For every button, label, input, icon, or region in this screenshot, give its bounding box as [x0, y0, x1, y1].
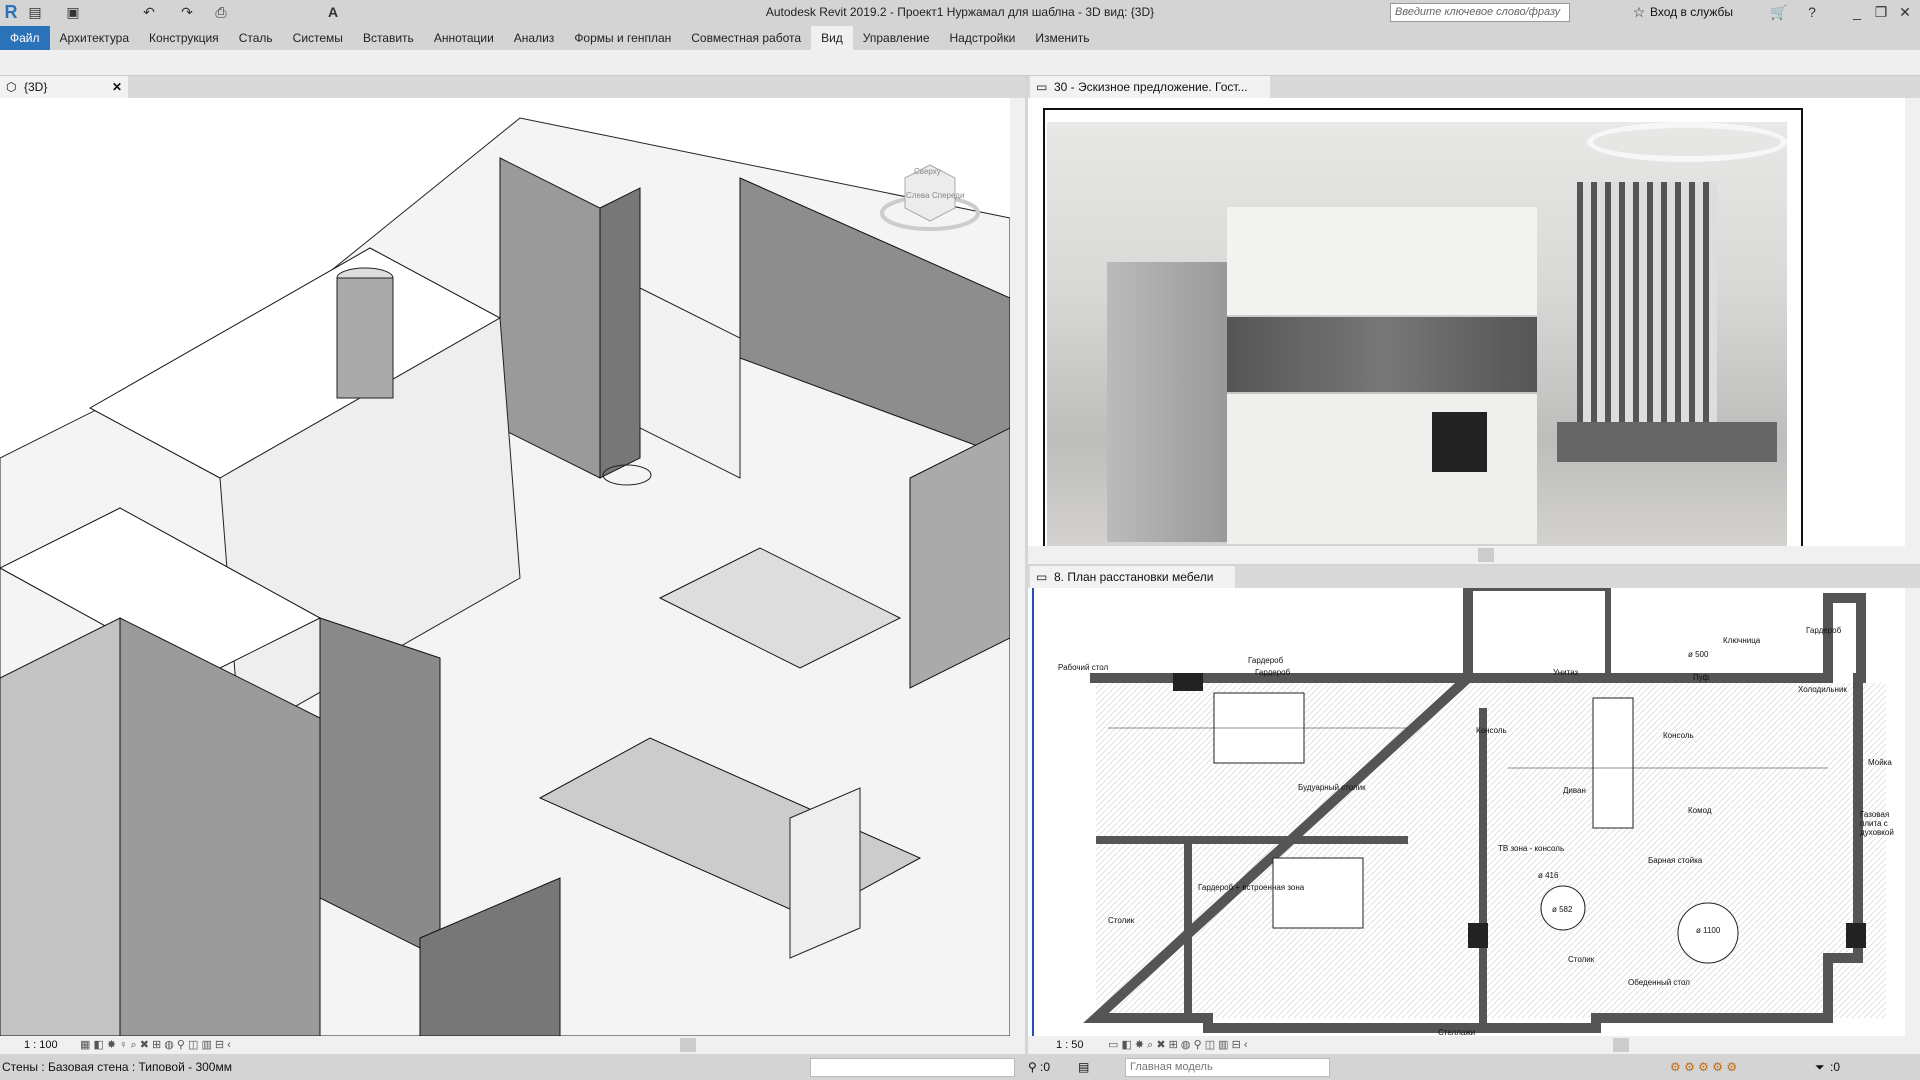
tab-manage[interactable]: Управление	[853, 26, 940, 50]
status-bar: Стены : Базовая стена : Типовой - 300мм …	[0, 1055, 1920, 1080]
tab-structure[interactable]: Конструкция	[139, 26, 229, 50]
tab-architecture[interactable]: Архитектура	[50, 26, 140, 50]
cube-icon: ⬡	[6, 80, 17, 94]
interior-render-image	[1047, 122, 1787, 546]
design-option-dropdown[interactable]: Главная модель	[1125, 1058, 1330, 1077]
restore-button[interactable]: ❐	[1872, 3, 1890, 21]
tab-sheet-30[interactable]: ▭ 30 - Эскизное предложение. Гост...	[1030, 76, 1270, 98]
help-icon[interactable]: ?	[1803, 3, 1821, 21]
cart-icon[interactable]: 🛒	[1770, 3, 1788, 21]
ribbon-tabs: Файл Архитектура Конструкция Сталь Систе…	[0, 26, 1920, 50]
3d-viewport[interactable]: Сверху Слева Спереди	[0, 98, 1010, 1036]
design-options-icon[interactable]: ▤	[1078, 1055, 1089, 1080]
view-tab-bar-left: ⬡ {3D} ✕	[0, 76, 1025, 98]
view-control-bar-right: 1 : 50 ▭ ◧ ✸ ⌕ ✖ ⊞ ◍ ⚲ ◫ ▥ ⊟ ‹	[1028, 1036, 1920, 1054]
scale-label-plan[interactable]: 1 : 50	[1056, 1036, 1084, 1054]
tab-addins[interactable]: Надстройки	[940, 26, 1026, 50]
viewcube[interactable]: Сверху Слева Спереди	[880, 153, 980, 233]
vertical-scrollbar-left[interactable]	[1010, 98, 1025, 1036]
vertical-scrollbar-right-top[interactable]	[1905, 98, 1920, 546]
view-control-bar-left: 1 : 100 ▦ ◧ ✸ ♀ ⌕ ✖ ⊞ ◍ ⚲ ◫ ▥ ⊟ ‹	[0, 1036, 1025, 1054]
close-tab-icon[interactable]: ✕	[112, 76, 122, 98]
tab-3d-view[interactable]: ⬡ {3D} ✕	[0, 76, 128, 98]
minimize-button[interactable]: _	[1848, 3, 1866, 21]
workset-dropdown[interactable]	[810, 1058, 1015, 1077]
tab-furniture-plan[interactable]: ▭ 8. План расстановки мебели	[1030, 566, 1235, 588]
search-input[interactable]: Введите ключевое слово/фразу	[1390, 3, 1570, 22]
sheet-icon: ▭	[1036, 80, 1048, 94]
filter-icon[interactable]: ⏷	[1815, 1055, 1825, 1080]
view-tab-bar-right-bottom: ▭ 8. План расстановки мебели	[1028, 566, 1920, 588]
sign-in-button[interactable]: Вход в службы	[1650, 5, 1733, 19]
tab-steel[interactable]: Сталь	[229, 26, 283, 50]
tab-annotate[interactable]: Аннотации	[424, 26, 504, 50]
sheet-viewport[interactable]	[1028, 98, 1905, 546]
selection-filter-icons[interactable]: ⚙ ⚙ ⚙ ⚙ ⚙	[1670, 1055, 1737, 1080]
tab-analyze[interactable]: Анализ	[504, 26, 565, 50]
tab-file[interactable]: Файл	[0, 26, 50, 50]
status-text: Стены : Базовая стена : Типовой - 300мм	[2, 1060, 232, 1074]
horizontal-scrollbar-left[interactable]	[680, 1038, 696, 1052]
sheet-control-bar	[1028, 546, 1920, 564]
plan-icon: ▭	[1036, 570, 1048, 584]
tab-view[interactable]: Вид	[811, 26, 853, 50]
horizontal-scrollbar-right-bottom[interactable]	[1613, 1038, 1629, 1052]
tab-modify[interactable]: Изменить	[1025, 26, 1099, 50]
scale-label[interactable]: 1 : 100	[24, 1036, 58, 1054]
floor-plan-drawing	[1032, 588, 1886, 1036]
tab-insert[interactable]: Вставить	[353, 26, 424, 50]
floor-plan-viewport[interactable]: Рабочий стол Гардероб Гардероб Будуарный…	[1028, 588, 1905, 1036]
title-bar: R ▤ ▣ ↶ ↷ ⎙ A Autodesk Revit 2019.2 - Пр…	[0, 0, 1920, 26]
tab-massing[interactable]: Формы и генплан	[564, 26, 681, 50]
editable-only-icon[interactable]: ⚲	[1028, 1055, 1037, 1080]
close-button[interactable]: ✕	[1896, 3, 1914, 21]
tab-systems[interactable]: Системы	[283, 26, 353, 50]
view-tab-bar-right-top: ▭ 30 - Эскизное предложение. Гост...	[1028, 76, 1920, 98]
vertical-scrollbar-right-bottom[interactable]	[1905, 588, 1920, 1036]
horizontal-scrollbar-right-top[interactable]	[1478, 548, 1494, 562]
star-icon[interactable]: ☆	[1630, 3, 1648, 21]
view-controls-icons[interactable]: ▦ ◧ ✸ ♀ ⌕ ✖ ⊞ ◍ ⚲ ◫ ▥ ⊟ ‹	[80, 1036, 231, 1054]
3d-model-drawing	[0, 117, 1010, 1036]
view-controls-icons-plan[interactable]: ▭ ◧ ✸ ⌕ ✖ ⊞ ◍ ⚲ ◫ ▥ ⊟ ‹	[1108, 1036, 1248, 1054]
ribbon-panel	[0, 50, 1920, 76]
tab-collaborate[interactable]: Совместная работа	[681, 26, 811, 50]
